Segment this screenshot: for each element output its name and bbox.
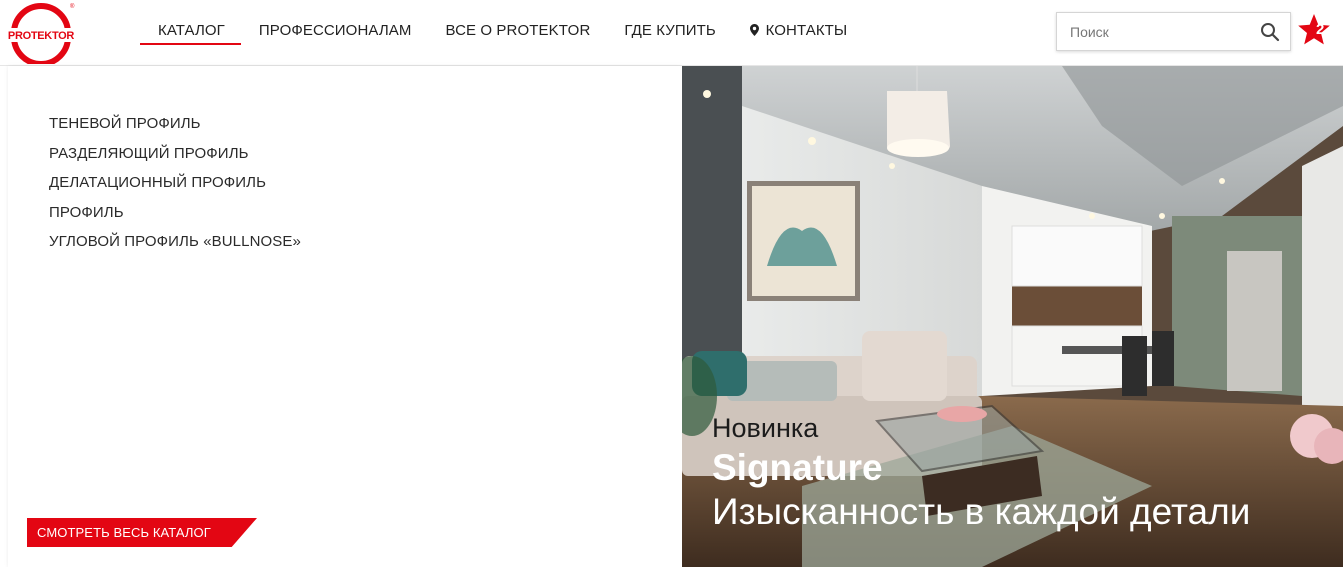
search-input[interactable] <box>1057 13 1252 50</box>
map-pin-icon <box>749 23 763 38</box>
nav-item-professionals[interactable]: ПРОФЕССИОНАЛАМ <box>259 22 412 39</box>
submenu-item-bullnose-profile[interactable]: УГЛОВОЙ ПРОФИЛЬ «BULLNOSE» <box>49 227 301 257</box>
promo-text: Новинка Signature Изысканность в каждой … <box>712 412 1250 534</box>
site-header: PROTEKTOR ® КАТАЛОГ ПРОФЕССИОНАЛАМ ВСЕ О… <box>0 0 1343 67</box>
submenu-item-shadow-profile[interactable]: ТЕНЕВОЙ ПРОФИЛЬ <box>49 109 301 139</box>
nav-item-about[interactable]: ВСЕ О PROTEKTOR <box>445 22 590 39</box>
protektor-logo[interactable]: PROTEKTOR ® <box>6 2 76 67</box>
nav-item-where-to-buy[interactable]: ГДЕ КУПИТЬ <box>624 22 715 39</box>
submenu-item-expansion-profile[interactable]: ДЕЛАТАЦИОННЫЙ ПРОФИЛЬ <box>49 168 301 198</box>
favorites-count: 2 <box>1316 21 1325 38</box>
promo-banner[interactable]: Новинка Signature Изысканность в каждой … <box>682 66 1343 567</box>
submenu-item-dividing-profile[interactable]: РАЗДЕЛЯЮЩИЙ ПРОФИЛЬ <box>49 139 301 169</box>
nav-item-contacts[interactable]: КОНТАКТЫ <box>749 22 848 39</box>
svg-text:PROTEKTOR: PROTEKTOR <box>8 30 75 42</box>
favorites-button[interactable]: 2 <box>1296 12 1332 48</box>
view-all-catalog-label: СМОТРЕТЬ ВЕСЬ КАТАЛОГ <box>37 525 211 540</box>
promo-title: Signature <box>712 447 883 488</box>
view-all-catalog-button[interactable]: СМОТРЕТЬ ВЕСЬ КАТАЛОГ <box>27 518 257 547</box>
submenu-item-profile[interactable]: ПРОФИЛЬ <box>49 198 301 228</box>
promo-tag: Новинка <box>712 413 819 443</box>
nav-item-contacts-label: КОНТАКТЫ <box>765 22 848 39</box>
main-nav: КАТАЛОГ ПРОФЕССИОНАЛАМ ВСЕ О PROTEKTOR Г… <box>140 22 881 45</box>
search-icon[interactable] <box>1260 22 1280 42</box>
promo-subtitle: Изысканность в каждой детали <box>712 491 1251 532</box>
svg-text:®: ® <box>70 3 75 10</box>
star-icon <box>1298 14 1330 45</box>
nav-item-catalog[interactable]: КАТАЛОГ <box>140 22 241 45</box>
catalog-dropdown-panel: ТЕНЕВОЙ ПРОФИЛЬ РАЗДЕЛЯЮЩИЙ ПРОФИЛЬ ДЕЛА… <box>8 66 682 567</box>
catalog-submenu: ТЕНЕВОЙ ПРОФИЛЬ РАЗДЕЛЯЮЩИЙ ПРОФИЛЬ ДЕЛА… <box>49 109 301 257</box>
search-box <box>1056 12 1291 51</box>
